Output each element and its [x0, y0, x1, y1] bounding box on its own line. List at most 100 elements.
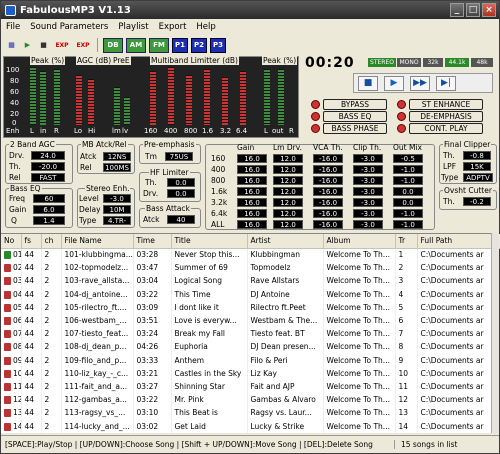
de-emphasis-button[interactable]: DE-EMPHASIS: [409, 111, 483, 122]
table-row[interactable]: 07 44 2 107-tiesto_feat... 03:24 Break my Fal…: [1, 327, 500, 341]
band-clip-field[interactable]: -3.0: [353, 165, 383, 174]
bass-eq-button[interactable]: BASS EQ: [323, 111, 387, 122]
band-out-field[interactable]: 0.0: [393, 187, 423, 196]
band-out-field[interactable]: 0.0: [393, 198, 423, 207]
agc-th-field[interactable]: -20.0: [31, 162, 65, 171]
band-out-field[interactable]: -1.0: [393, 209, 423, 218]
preset-1-button[interactable]: P1: [172, 37, 188, 53]
fc-lpf-field[interactable]: 15K: [463, 162, 491, 171]
maximize-button[interactable]: □: [466, 3, 480, 17]
agc-rel-field[interactable]: FAST: [31, 173, 65, 182]
table-row[interactable]: 04 44 2 104-dj_antoine... 03:22 This Time DJ A…: [1, 287, 500, 301]
play-icon[interactable]: ▶: [21, 38, 34, 53]
agc-drv-field[interactable]: 24.0: [31, 151, 65, 160]
band-gain-field[interactable]: 16.0: [237, 198, 267, 207]
fc-type-field[interactable]: ADPTV: [463, 173, 493, 182]
band-lm-field[interactable]: 12.0: [273, 198, 303, 207]
band-out-field[interactable]: -1.0: [393, 176, 423, 185]
band-vca-field[interactable]: -16.0: [313, 176, 343, 185]
table-row[interactable]: 06 44 2 106-westbam_... 03:51 Love is everyw.…: [1, 313, 500, 328]
bass-eq-q-field[interactable]: 1.4: [33, 216, 65, 225]
playlist-scrollbar[interactable]: [491, 233, 499, 433]
table-row[interactable]: 02 44 2 102-topmodelz... 03:47 Summer of 69 To…: [1, 261, 500, 275]
close-button[interactable]: ×: [482, 3, 496, 17]
stereo-type-field[interactable]: 4.TR-: [103, 216, 131, 225]
band-lm-field[interactable]: 12.0: [273, 176, 303, 185]
bass-attack-field[interactable]: 40: [167, 215, 195, 224]
stereo-delay-field[interactable]: 10M: [103, 205, 131, 214]
table-row[interactable]: 08 44 2 108-dj_dean_p... 04:26 Euphoria DJ Dea…: [1, 340, 500, 354]
stereo-level-field[interactable]: -3.0: [103, 194, 131, 203]
menu-sound-parameters[interactable]: Sound Parameters: [30, 22, 108, 32]
preset-3-button[interactable]: P3: [210, 37, 226, 53]
preset-2-button[interactable]: P2: [191, 37, 207, 53]
bass-phase-button[interactable]: BASS PHASE: [323, 123, 387, 134]
band-gain-field[interactable]: 16.0: [237, 154, 267, 163]
db-button[interactable]: DB: [103, 37, 123, 53]
table-row[interactable]: 01442101-klubbingma...03:28Never Stop th…: [1, 248, 500, 262]
fast-forward-button[interactable]: ▶▶: [410, 76, 430, 91]
table-row[interactable]: 14 44 2 114-lucky_and_... 03:02 Get Laid Lucky…: [1, 419, 500, 433]
menu-file[interactable]: File: [6, 22, 20, 32]
band-clip-field[interactable]: -3.0: [353, 176, 383, 185]
column-header[interactable]: fs: [21, 234, 42, 249]
pre-emphasis-tm-field[interactable]: 75US: [165, 152, 193, 161]
table-row[interactable]: 05 44 2 105-rilectro_ft.... 03:09 I dont like…: [1, 300, 500, 314]
band-out-field[interactable]: -1.0: [393, 165, 423, 174]
fc-th-field[interactable]: -0.8: [463, 151, 491, 160]
export-button-1[interactable]: EXP: [53, 38, 71, 53]
column-header[interactable]: No: [1, 234, 22, 249]
table-row[interactable]: 10 44 2 110-liz_kay_-_c... 03:21 Castles in t…: [1, 366, 500, 380]
hf-th-field[interactable]: 0.0: [167, 178, 195, 187]
stop-icon[interactable]: ■: [37, 38, 50, 53]
band-vca-field[interactable]: -16.0: [313, 154, 343, 163]
hf-drv-field[interactable]: 0.0: [167, 189, 195, 198]
band-vca-field[interactable]: -16.0: [313, 209, 343, 218]
mb-rel-field[interactable]: 100MS: [103, 163, 131, 172]
bypass-button[interactable]: BYPASS: [323, 99, 387, 110]
band-out-field[interactable]: -1.0: [393, 220, 423, 229]
band-clip-field[interactable]: -3.0: [353, 198, 383, 207]
band-lm-field[interactable]: 12.0: [273, 220, 303, 229]
table-row[interactable]: 11 44 2 111-fait_and_a... 03:27 Shinning Star…: [1, 379, 500, 394]
band-lm-field[interactable]: 12.0: [273, 154, 303, 163]
play-button[interactable]: ▶: [384, 76, 404, 91]
band-out-field[interactable]: -0.5: [393, 154, 423, 163]
open-icon[interactable]: ▦: [5, 38, 18, 53]
column-header[interactable]: Time: [133, 234, 172, 249]
menu-export[interactable]: Export: [159, 22, 187, 32]
band-vca-field[interactable]: -16.0: [313, 187, 343, 196]
column-header[interactable]: Album: [323, 234, 396, 249]
column-header[interactable]: Title: [171, 234, 248, 249]
band-gain-field[interactable]: 16.0: [237, 176, 267, 185]
column-header[interactable]: Tr: [395, 234, 418, 249]
bass-eq-gain-field[interactable]: 6.0: [33, 205, 65, 214]
band-clip-field[interactable]: -3.0: [353, 209, 383, 218]
band-gain-field[interactable]: 16.0: [237, 209, 267, 218]
table-row[interactable]: 09 44 2 109-filo_and_p... 03:33 Anthem Filo & …: [1, 353, 500, 367]
band-vca-field[interactable]: -16.0: [313, 198, 343, 207]
column-header[interactable]: Artist: [247, 234, 324, 249]
band-gain-field[interactable]: 16.0: [237, 187, 267, 196]
band-lm-field[interactable]: 12.0: [273, 209, 303, 218]
column-header[interactable]: Full Path: [417, 234, 500, 249]
band-clip-field[interactable]: -3.0: [353, 154, 383, 163]
menu-playlist[interactable]: Playlist: [118, 22, 148, 32]
next-button[interactable]: ▶|: [436, 76, 456, 91]
column-header[interactable]: ch: [41, 234, 62, 249]
bass-eq-freq-field[interactable]: 60: [33, 194, 65, 203]
column-header[interactable]: File Name: [61, 234, 134, 249]
cont-play-button[interactable]: CONT. PLAY: [409, 123, 483, 134]
table-row[interactable]: 03 44 2 103-rave_allsta... 03:04 Logical Song…: [1, 274, 500, 288]
band-gain-field[interactable]: 16.0: [237, 165, 267, 174]
band-lm-field[interactable]: 12.0: [273, 187, 303, 196]
st-enhance-button[interactable]: ST ENHANCE: [409, 99, 483, 110]
am-button[interactable]: AM: [126, 37, 146, 53]
menu-help[interactable]: Help: [196, 22, 215, 32]
band-lm-field[interactable]: 12.0: [273, 165, 303, 174]
minimize-button[interactable]: _: [450, 3, 464, 17]
band-gain-field[interactable]: 16.0: [237, 220, 267, 229]
export-button-2[interactable]: EXP: [74, 38, 92, 53]
table-row[interactable]: 12 44 2 112-gambas_a... 03:22 Mr. Pink Gambas …: [1, 393, 500, 407]
mb-atck-field[interactable]: 12NS: [103, 152, 131, 161]
